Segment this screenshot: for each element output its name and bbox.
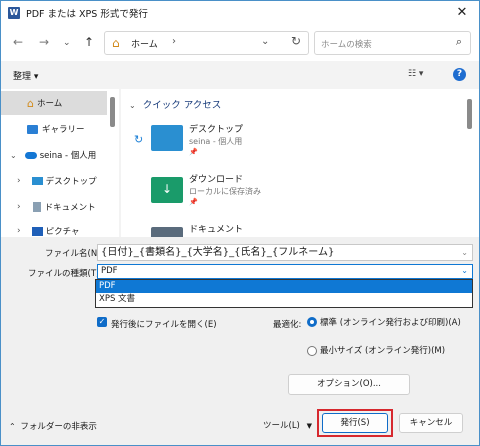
- filename-label: ファイル名(N):: [45, 249, 104, 259]
- help-icon[interactable]: ?: [453, 68, 466, 81]
- organize-button[interactable]: 整理 ▾: [13, 69, 38, 82]
- sidebar-item-pictures[interactable]: › ピクチャ: [1, 219, 107, 237]
- gallery-icon: [27, 124, 38, 134]
- search-box[interactable]: ホームの検索 ⌕: [314, 31, 471, 55]
- cloud-icon: [24, 151, 37, 159]
- filetype-select[interactable]: PDF ⌄: [97, 264, 473, 279]
- chevron-right-icon[interactable]: ›: [17, 226, 21, 236]
- desktop-icon: [31, 177, 43, 185]
- optimize-standard-radio[interactable]: [307, 317, 317, 327]
- view-options-icon[interactable]: ☷ ▾: [408, 69, 423, 79]
- filetype-dropdown: PDF XPS 文書: [95, 279, 473, 308]
- optimize-standard-label[interactable]: 標準 (オンライン発行および印刷)(A): [320, 317, 470, 329]
- tools-menu[interactable]: ツール(L) ▼: [263, 419, 312, 431]
- sidebar-item-label: seina - 個人用: [39, 151, 97, 161]
- sync-icon: ↻: [134, 133, 144, 146]
- optimize-minimum-radio[interactable]: [307, 346, 317, 356]
- sidebar-item-label: ホーム: [36, 99, 63, 109]
- hide-folders-button[interactable]: ⌃ フォルダーの非表示: [9, 420, 97, 432]
- dialog-window: W PDF または XPS 形式で発行 ✕ ← → ⌄ ↑ ⌂ ホーム › ⌄ …: [0, 0, 480, 446]
- sidebar-item-label: ギャラリー: [42, 125, 85, 135]
- optimize-minimum-label[interactable]: 最小サイズ (オンライン発行)(M): [320, 345, 470, 357]
- download-folder-icon: ↓: [151, 177, 183, 203]
- documents-folder-icon: [151, 227, 183, 237]
- filename-field[interactable]: {日付}_{書類名}_{大学名}_{氏名}_{フルネーム} ⌄: [97, 244, 473, 261]
- sidebar-item-label: デスクトップ: [45, 177, 97, 187]
- sidebar-item-label: ドキュメント: [44, 203, 96, 213]
- address-bar[interactable]: ⌂ ホーム › ⌄: [104, 31, 309, 55]
- address-dropdown-icon[interactable]: ⌄: [261, 36, 269, 47]
- home-icon: ⌂: [112, 36, 120, 50]
- folder-icon: [151, 125, 183, 151]
- window-title: PDF または XPS 形式で発行: [26, 9, 148, 20]
- command-bar: 整理 ▾ ☷ ▾ ?: [1, 61, 479, 89]
- arrow-left-icon[interactable]: ←: [13, 35, 23, 49]
- pin-icon: 📌: [189, 148, 198, 156]
- document-icon: [32, 202, 41, 212]
- chevron-up-icon: ⌃: [9, 422, 16, 431]
- sidebar-item-onedrive[interactable]: ⌄ seina - 個人用: [1, 143, 107, 167]
- arrow-up-icon[interactable]: ↑: [84, 35, 94, 49]
- chevron-down-icon[interactable]: ⌄: [10, 151, 17, 160]
- sidebar-item-documents[interactable]: › ドキュメント: [1, 195, 107, 219]
- optimize-label: 最適化:: [273, 320, 302, 330]
- home-icon: ⌂: [27, 96, 34, 110]
- search-icon[interactable]: ⌕: [456, 35, 462, 49]
- options-button[interactable]: オプション(O)...: [288, 374, 410, 395]
- arrow-right-icon[interactable]: →: [39, 35, 49, 49]
- sidebar-scrollbar[interactable]: [110, 97, 115, 127]
- chevron-down-icon: ⌄: [129, 101, 136, 110]
- picture-icon: [31, 226, 43, 236]
- sidebar-item-gallery[interactable]: ギャラリー: [1, 117, 107, 141]
- chevron-down-icon[interactable]: ⌄: [461, 264, 468, 277]
- filetype-label: ファイルの種類(T):: [28, 269, 103, 279]
- option-xps[interactable]: XPS 文書: [96, 293, 472, 306]
- file-list: ⌄ クイック アクセス ↻ デスクトップ seina - 個人用 📌 ↓ ダウン…: [121, 89, 479, 237]
- sidebar-item-label: ピクチャ: [45, 227, 80, 237]
- sidebar-item-home[interactable]: ⌂ ホーム: [1, 91, 107, 115]
- open-after-publish-checkbox[interactable]: ✓: [97, 317, 107, 327]
- content-scrollbar[interactable]: [467, 99, 472, 129]
- word-app-icon: W: [8, 7, 20, 19]
- cancel-button[interactable]: キャンセル: [399, 413, 463, 433]
- title-bar: W PDF または XPS 形式で発行 ✕: [1, 1, 479, 25]
- address-segment-home[interactable]: ホーム: [131, 37, 158, 50]
- recent-locations-chevron-icon[interactable]: ⌄: [63, 38, 71, 48]
- close-icon[interactable]: ✕: [455, 5, 469, 20]
- search-input[interactable]: ホームの検索: [321, 38, 372, 50]
- publish-button[interactable]: 発行(S): [322, 413, 388, 433]
- caret-down-icon: ▼: [306, 422, 312, 430]
- chevron-right-icon[interactable]: ›: [172, 36, 176, 47]
- quick-access-header[interactable]: ⌄ クイック アクセス: [129, 97, 221, 111]
- chevron-right-icon[interactable]: ›: [17, 202, 21, 212]
- open-after-publish-label[interactable]: 発行後にファイルを開く(E): [111, 318, 217, 330]
- option-pdf[interactable]: PDF: [96, 280, 472, 293]
- pin-icon: 📌: [189, 198, 198, 206]
- refresh-icon[interactable]: ↻: [291, 34, 301, 48]
- navigation-pane: ⌂ ホーム ギャラリー ⌄ seina - 個人用 › デスクトップ › ドキュ…: [1, 89, 119, 237]
- sidebar-item-desktop[interactable]: › デスクトップ: [1, 169, 107, 193]
- chevron-down-icon[interactable]: ⌄: [461, 245, 468, 260]
- chevron-right-icon[interactable]: ›: [17, 176, 21, 186]
